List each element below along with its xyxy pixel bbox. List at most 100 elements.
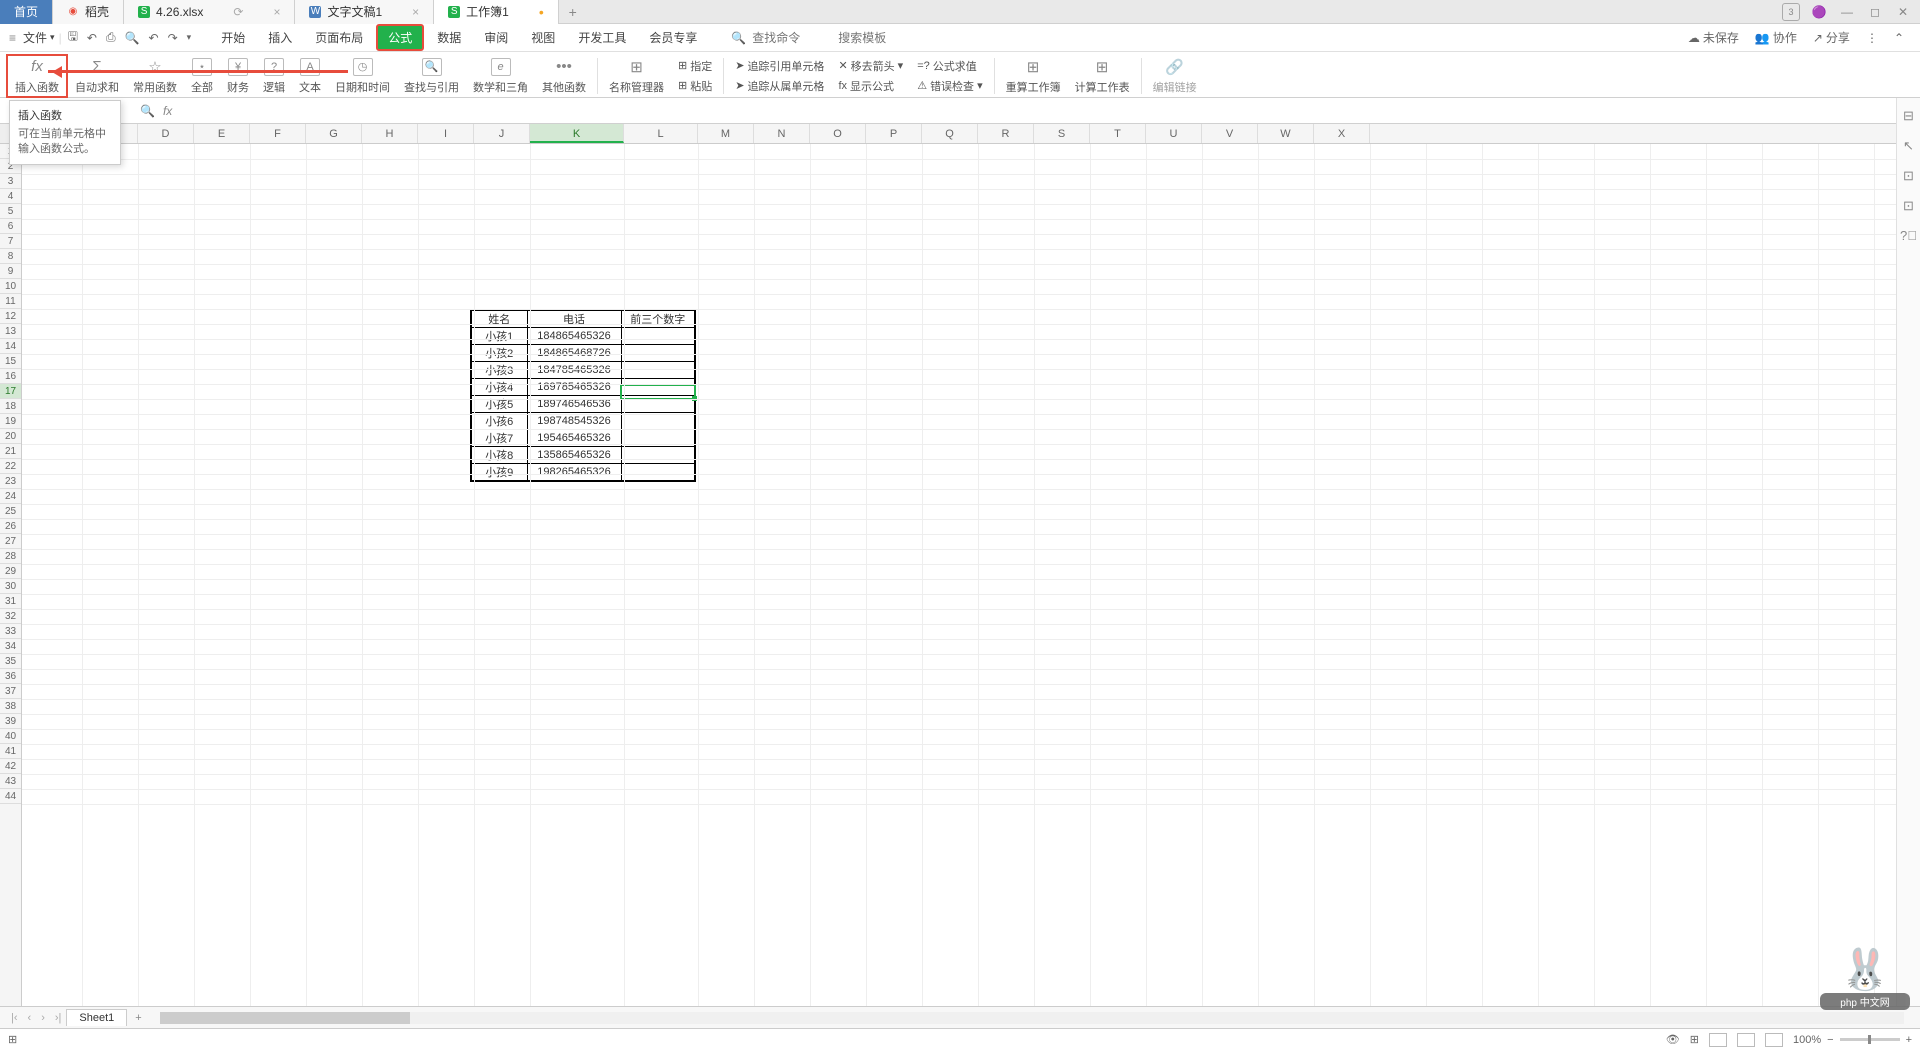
tab-data[interactable]: 数据 bbox=[427, 26, 471, 49]
column-headers[interactable]: BCDEFGHIJKLMNOPQRSTUVWX bbox=[22, 124, 1896, 144]
tab-doc[interactable]: W文字文稿1× bbox=[295, 0, 434, 24]
column-header[interactable]: M bbox=[698, 124, 754, 143]
row-header[interactable]: 11 bbox=[0, 294, 21, 309]
row-header[interactable]: 5 bbox=[0, 204, 21, 219]
row-header[interactable]: 4 bbox=[0, 189, 21, 204]
tab-view[interactable]: 视图 bbox=[521, 26, 565, 49]
row-header[interactable]: 31 bbox=[0, 594, 21, 609]
eye-icon[interactable]: 👁 bbox=[1666, 1033, 1680, 1046]
datetime-fn-button[interactable]: ◷日期和时间 bbox=[328, 54, 397, 98]
column-header[interactable]: K bbox=[530, 124, 624, 143]
financial-fn-button[interactable]: ¥财务 bbox=[220, 54, 256, 98]
sheet-last-icon[interactable]: ›| bbox=[50, 1012, 67, 1024]
tab-dev[interactable]: 开发工具 bbox=[568, 26, 636, 49]
zoom-in-button[interactable]: + bbox=[1906, 1034, 1912, 1046]
file-menu[interactable]: 文件▾ bbox=[19, 29, 59, 46]
zoom-formula-icon[interactable]: 🔍 bbox=[140, 104, 155, 118]
add-sheet-button[interactable]: + bbox=[127, 1012, 149, 1024]
column-header[interactable]: E bbox=[194, 124, 250, 143]
app-badge-icon[interactable]: 3 bbox=[1782, 3, 1800, 21]
row-header[interactable]: 41 bbox=[0, 744, 21, 759]
column-header[interactable]: P bbox=[866, 124, 922, 143]
tab-home[interactable]: 首页 bbox=[0, 0, 53, 24]
logic-fn-button[interactable]: ?逻辑 bbox=[256, 54, 292, 98]
row-header[interactable]: 15 bbox=[0, 354, 21, 369]
row-header[interactable]: 22 bbox=[0, 459, 21, 474]
tab-member[interactable]: 会员专享 bbox=[639, 26, 707, 49]
remove-arrows-button[interactable]: ✕ 移去箭头▾ bbox=[835, 57, 906, 75]
trace-dependents-button[interactable]: ➤ 追踪从属单元格 bbox=[732, 77, 827, 95]
paste-button[interactable]: ⊞ 粘贴 bbox=[675, 77, 715, 95]
recalc-button[interactable]: ⊞重算工作簿 bbox=[999, 54, 1068, 98]
search-icon[interactable]: 🔍 bbox=[731, 31, 746, 45]
row-header[interactable]: 32 bbox=[0, 609, 21, 624]
template-search-input[interactable] bbox=[838, 31, 918, 45]
cell[interactable]: 198265465326 bbox=[527, 464, 621, 482]
close-icon[interactable]: × bbox=[412, 5, 419, 19]
row-header[interactable]: 35 bbox=[0, 654, 21, 669]
cell-grid[interactable]: 姓名 电话 前三个数字 小孩1184865465326小孩21848654687… bbox=[22, 144, 1896, 1006]
zoom-slider[interactable] bbox=[1840, 1038, 1900, 1041]
tab-pagelayout[interactable]: 页面布局 bbox=[305, 26, 373, 49]
user-avatar[interactable]: 🟣 bbox=[1810, 3, 1828, 21]
row-header[interactable]: 42 bbox=[0, 759, 21, 774]
autosum-button[interactable]: Σ自动求和 bbox=[68, 54, 126, 98]
assign-button[interactable]: ⊞ 指定 bbox=[675, 57, 715, 75]
add-tab-button[interactable]: + bbox=[559, 4, 587, 20]
view-layout-button[interactable] bbox=[1737, 1033, 1755, 1047]
row-header[interactable]: 14 bbox=[0, 339, 21, 354]
cell[interactable] bbox=[621, 345, 695, 362]
column-header[interactable]: Q bbox=[922, 124, 978, 143]
maximize-button[interactable]: ◻ bbox=[1866, 3, 1884, 21]
share-button[interactable]: ↗分享 bbox=[1813, 29, 1850, 46]
settings-icon[interactable]: ⊡ bbox=[1903, 198, 1914, 214]
back-icon[interactable]: ↶ bbox=[87, 31, 97, 45]
help-icon[interactable]: ?⃝ bbox=[1900, 228, 1917, 243]
cell[interactable]: 小孩1 bbox=[471, 328, 527, 345]
text-fn-button[interactable]: A文本 bbox=[292, 54, 328, 98]
zoom-level[interactable]: 100% bbox=[1793, 1034, 1821, 1046]
row-header[interactable]: 40 bbox=[0, 729, 21, 744]
row-headers[interactable]: 1234567891011121314151617181920212223242… bbox=[0, 144, 22, 1006]
row-header[interactable]: 20 bbox=[0, 429, 21, 444]
tab-insert[interactable]: 插入 bbox=[258, 26, 302, 49]
unsaved-indicator[interactable]: ☁未保存 bbox=[1688, 29, 1739, 46]
trace-precedents-button[interactable]: ➤ 追踪引用单元格 bbox=[732, 57, 827, 75]
column-header[interactable]: X bbox=[1314, 124, 1370, 143]
view-normal-button[interactable] bbox=[1709, 1033, 1727, 1047]
row-header[interactable]: 37 bbox=[0, 684, 21, 699]
cell[interactable]: 小孩6 bbox=[471, 413, 527, 430]
cell[interactable]: 189785465326 bbox=[527, 379, 621, 396]
cell[interactable]: 小孩4 bbox=[471, 379, 527, 396]
sheet-first-icon[interactable]: |‹ bbox=[6, 1012, 23, 1024]
eval-formula-button[interactable]: =? 公式求值 bbox=[914, 57, 985, 75]
row-header[interactable]: 33 bbox=[0, 624, 21, 639]
row-header[interactable]: 29 bbox=[0, 564, 21, 579]
column-header[interactable]: G bbox=[306, 124, 362, 143]
other-fn-button[interactable]: •••其他函数 bbox=[535, 54, 593, 98]
cell[interactable] bbox=[621, 328, 695, 345]
column-header[interactable]: V bbox=[1202, 124, 1258, 143]
row-header[interactable]: 13 bbox=[0, 324, 21, 339]
row-header[interactable]: 16 bbox=[0, 369, 21, 384]
lookup-fn-button[interactable]: 🔍查找与引用 bbox=[397, 54, 466, 98]
cell[interactable] bbox=[621, 413, 695, 430]
format-icon[interactable]: ⊡ bbox=[1903, 168, 1914, 184]
cell[interactable]: 198748545326 bbox=[527, 413, 621, 430]
cell[interactable]: 小孩8 bbox=[471, 447, 527, 464]
cell[interactable] bbox=[621, 447, 695, 464]
row-header[interactable]: 43 bbox=[0, 774, 21, 789]
cell[interactable]: 184865468726 bbox=[527, 345, 621, 362]
row-header[interactable]: 36 bbox=[0, 669, 21, 684]
row-header[interactable]: 27 bbox=[0, 534, 21, 549]
print-icon[interactable]: ⎙ bbox=[106, 30, 116, 45]
cell[interactable]: 小孩2 bbox=[471, 345, 527, 362]
row-header[interactable]: 38 bbox=[0, 699, 21, 714]
row-header[interactable]: 26 bbox=[0, 519, 21, 534]
column-header[interactable]: S bbox=[1034, 124, 1090, 143]
tab-shell[interactable]: ◉稻壳 bbox=[53, 0, 124, 24]
cell[interactable] bbox=[621, 362, 695, 379]
column-header[interactable]: O bbox=[810, 124, 866, 143]
row-header[interactable]: 28 bbox=[0, 549, 21, 564]
column-header[interactable]: W bbox=[1258, 124, 1314, 143]
